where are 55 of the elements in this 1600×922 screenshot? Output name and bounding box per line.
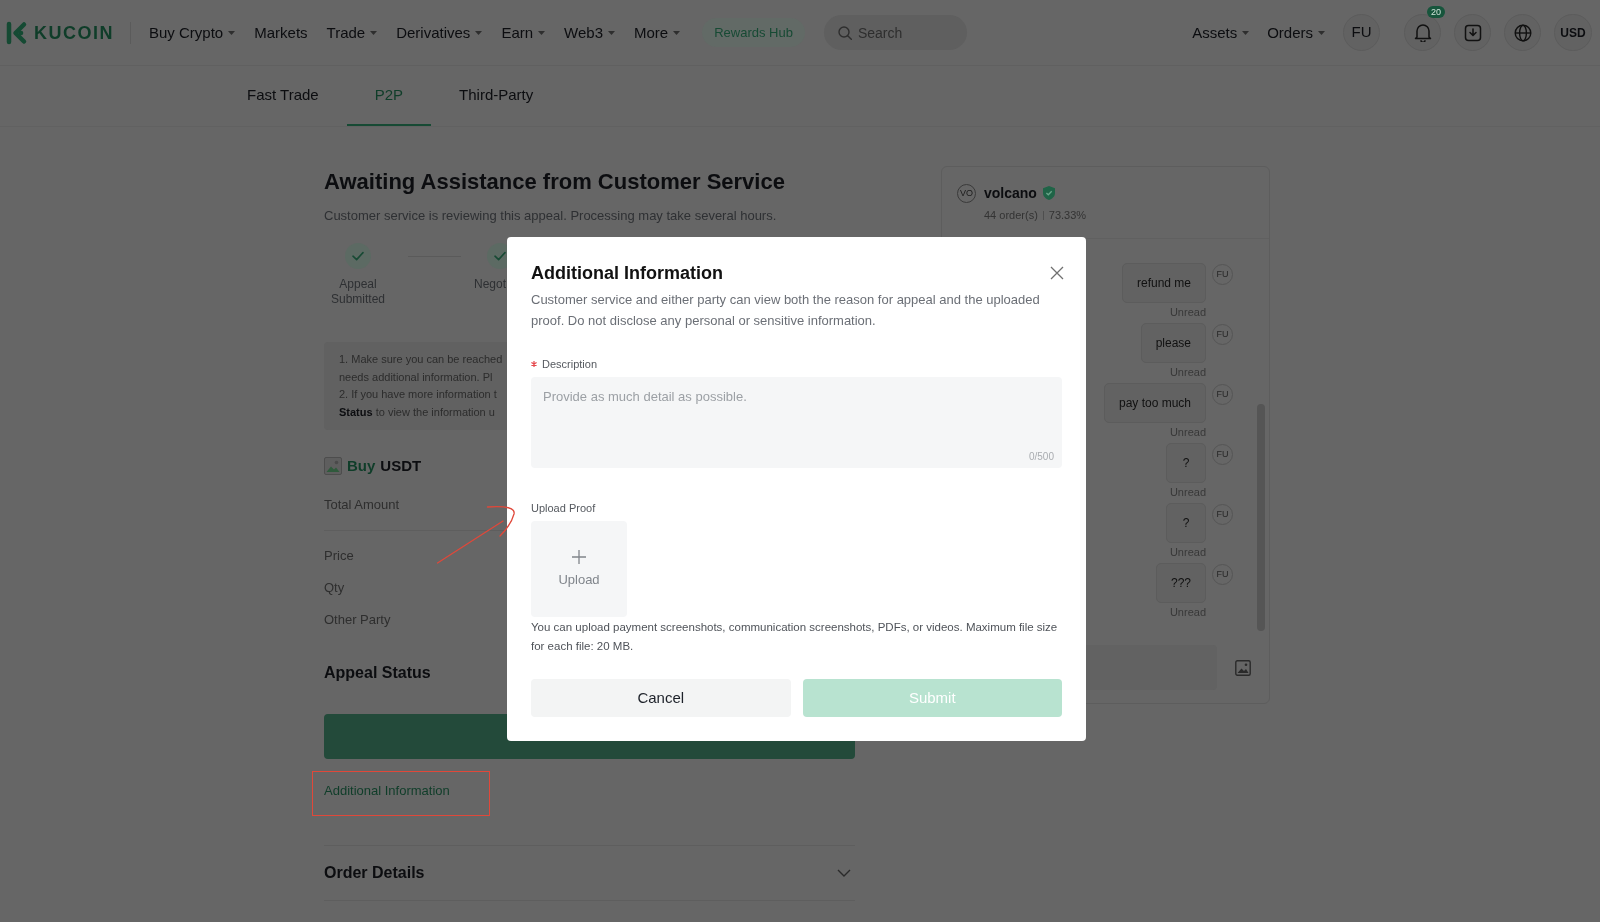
nav-menu-item[interactable]: More <box>634 22 681 43</box>
detail-label: Total Amount <box>324 496 400 514</box>
search-icon <box>837 25 852 40</box>
download-icon <box>1463 23 1482 42</box>
message-bubble: ? <box>1166 503 1206 543</box>
message-bubble: pay too much <box>1103 383 1206 423</box>
currency-button[interactable]: USD <box>1554 14 1592 51</box>
step-label: Appeal Submitted <box>330 277 386 307</box>
account-avatar[interactable]: FU <box>1343 14 1380 51</box>
language-button[interactable] <box>1504 14 1541 51</box>
dialog-title: Additional Information <box>531 262 723 285</box>
tab[interactable]: P2P <box>346 66 432 126</box>
message-bubble: ??? <box>1155 563 1206 603</box>
additional-info-link[interactable]: Additional Information <box>324 782 450 800</box>
field-label: Description <box>542 357 598 371</box>
field-label: Upload Proof <box>531 502 596 515</box>
account-menu-item[interactable]: Orders <box>1267 22 1325 43</box>
order-side: Buy <box>347 455 376 476</box>
user-name: volcano <box>984 184 1037 203</box>
nav-menu-item[interactable]: Earn <box>501 22 546 43</box>
notifications-button[interactable] <box>1404 14 1441 51</box>
close-icon[interactable] <box>1050 266 1064 280</box>
globe-icon <box>1513 23 1532 42</box>
download-button[interactable] <box>1454 14 1491 51</box>
rewards-button[interactable]: Rewards Hub <box>702 18 805 47</box>
nav-menu-item[interactable]: Markets <box>254 22 308 43</box>
asset-symbol: USDT <box>380 455 422 476</box>
plus-icon <box>572 550 586 564</box>
detail-label: Price <box>324 547 354 565</box>
detail-label: Other Party <box>324 611 391 629</box>
brand-name: KUCOIN <box>34 21 114 44</box>
message-bubble: refund me <box>1121 263 1206 303</box>
cancel-button[interactable]: Cancel <box>531 679 791 717</box>
page-title: Awaiting Assistance from Customer Service <box>324 168 785 196</box>
image-icon[interactable] <box>1235 659 1251 676</box>
section-heading: Appeal Status <box>324 663 431 683</box>
step-label: Negot <box>474 277 507 292</box>
broken-image-icon <box>324 457 342 475</box>
account-menu-item[interactable]: Assets <box>1192 22 1250 43</box>
bell-icon <box>1413 23 1432 42</box>
tab[interactable]: Third-Party <box>431 66 562 126</box>
nav-menu-item[interactable]: Derivatives <box>396 22 483 43</box>
accordion-header[interactable]: Order Details <box>324 862 855 884</box>
dialog-description: Customer service and either party can view both the reason for appeal and the uploaded proof. Do not disclose any personal or sensitive information. <box>531 291 1041 330</box>
nav-menu-item[interactable]: Buy Crypto <box>149 22 236 43</box>
message-bubble: please <box>1140 323 1206 363</box>
upload-hint: You can upload payment screenshots, communication screenshots, PDFs, or videos. Maximum file size for each file: 20 MB. <box>531 620 1059 654</box>
notification-badge: 20 <box>1427 6 1445 18</box>
nav-menu-item[interactable]: Web3 <box>564 22 615 43</box>
detail-label: Qty <box>324 579 345 597</box>
tab[interactable]: Fast Trade <box>219 66 347 126</box>
message-bubble: ? <box>1166 443 1206 483</box>
nav-menu-item[interactable]: Trade <box>326 22 378 43</box>
upload-button[interactable]: Upload <box>531 521 627 617</box>
character-counter: 0/500 <box>1028 450 1054 463</box>
